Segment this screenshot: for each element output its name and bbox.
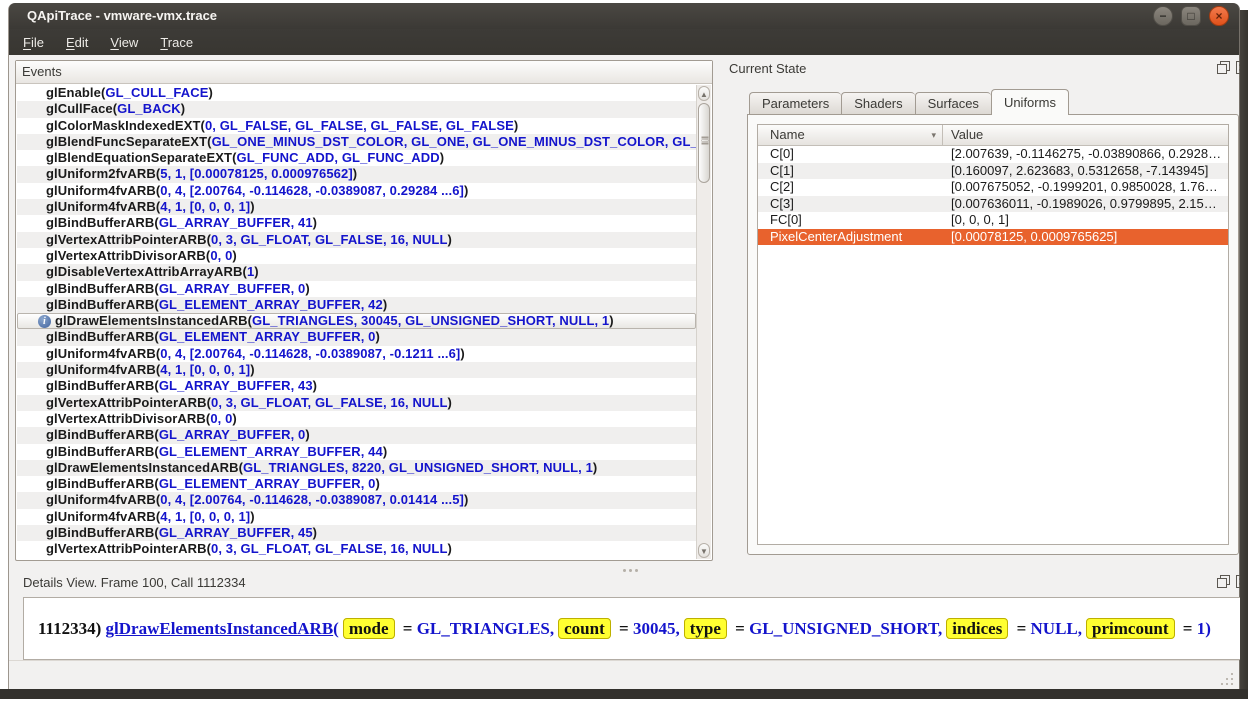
app-window: QApiTrace - vmware-vmx.trace − □ × File E…	[8, 3, 1240, 689]
tab-parameters[interactable]: Parameters	[749, 92, 841, 115]
param-name-chip: mode	[343, 618, 395, 639]
details-view-title: Details View. Frame 100, Call 1112334	[23, 575, 246, 590]
column-header-name[interactable]: Name ▾	[758, 125, 943, 145]
tab-uniforms[interactable]: Uniforms	[991, 89, 1069, 115]
event-row[interactable]: glBindBufferARB(GL_ARRAY_BUFFER, 45)	[17, 525, 696, 541]
float-dock-icon[interactable]	[1217, 575, 1230, 588]
event-row[interactable]: glDisableVertexAttribArrayARB(1)	[17, 264, 696, 280]
call-function-link[interactable]: glDrawElementsInstancedARB	[106, 619, 334, 638]
table-row[interactable]: C[2][0.007675052, -0.1999201, 0.9850028,…	[758, 179, 1228, 196]
menu-view[interactable]: View	[110, 35, 138, 50]
event-row[interactable]: glBindBufferARB(GL_ARRAY_BUFFER, 41)	[17, 215, 696, 231]
status-bar	[9, 660, 1239, 689]
event-row[interactable]: glColorMaskIndexedEXT(0, GL_FALSE, GL_FA…	[17, 118, 696, 134]
event-row[interactable]: glVertexAttribDivisorARB(0, 0)	[17, 248, 696, 264]
event-row[interactable]: glUniform4fvARB(0, 4, [2.00764, -0.11462…	[17, 492, 696, 508]
event-row[interactable]: glBlendFuncSeparateEXT(GL_ONE_MINUS_DST_…	[17, 134, 696, 150]
event-row[interactable]: glBindBufferARB(GL_ELEMENT_ARRAY_BUFFER,…	[17, 329, 696, 345]
current-state-title: Current State	[729, 61, 806, 76]
scroll-up-icon[interactable]: ▲	[698, 86, 710, 101]
menu-edit[interactable]: Edit	[66, 35, 88, 50]
close-button[interactable]: ×	[1209, 6, 1229, 26]
event-row[interactable]: glCullFace(GL_BACK)	[17, 101, 696, 117]
event-row[interactable]: glUniform4fvARB(4, 1, [0, 0, 0, 1])	[17, 509, 696, 525]
scrollbar-thumb[interactable]	[698, 103, 710, 183]
event-row[interactable]: iglDrawElementsInstancedARB(GL_TRIANGLES…	[17, 313, 696, 329]
window-edge-bottom	[0, 689, 1248, 699]
param-name-chip: primcount	[1086, 618, 1175, 639]
event-row[interactable]: glBindBufferARB(GL_ARRAY_BUFFER, 43)	[17, 378, 696, 394]
event-row[interactable]: glBindBufferARB(GL_ELEMENT_ARRAY_BUFFER,…	[17, 297, 696, 313]
maximize-button[interactable]: □	[1181, 6, 1201, 26]
menu-file[interactable]: File	[23, 35, 44, 50]
window-shadow-right	[1240, 10, 1248, 699]
splitter-handle[interactable]	[623, 569, 649, 573]
events-panel: Events glEnable(GL_CULL_FACE)glCullFace(…	[15, 60, 713, 561]
event-row[interactable]: glUniform4fvARB(4, 1, [0, 0, 0, 1])	[17, 199, 696, 215]
event-row[interactable]: glDrawElementsInstancedARB(GL_TRIANGLES,…	[17, 460, 696, 476]
param-name-chip: count	[558, 618, 611, 639]
uniforms-table-header: Name ▾ Value	[758, 125, 1228, 146]
column-header-value[interactable]: Value	[943, 125, 1228, 145]
table-row[interactable]: C[3][0.007636011, -0.1989026, 0.9799895,…	[758, 196, 1228, 213]
event-row[interactable]: glUniform4fvARB(0, 4, [2.00764, -0.11462…	[17, 183, 696, 199]
float-dock-icon[interactable]	[1217, 61, 1230, 74]
info-icon: i	[38, 315, 51, 328]
event-row[interactable]: glBindBufferARB(GL_ELEMENT_ARRAY_BUFFER,…	[17, 444, 696, 460]
details-call-line: 1112334) glDrawElementsInstancedARB(mode…	[38, 619, 1211, 639]
event-row[interactable]: glEnable(GL_CULL_FACE)	[17, 85, 696, 101]
minimize-button[interactable]: −	[1153, 6, 1173, 26]
menu-trace[interactable]: Trace	[160, 35, 193, 50]
uniforms-tab-panel: Name ▾ Value C[0][2.007639, -0.1146275, …	[747, 114, 1239, 555]
event-row[interactable]: glVertexAttribPointerARB(0, 3, GL_FLOAT,…	[17, 232, 696, 248]
scroll-down-icon[interactable]: ▼	[698, 543, 710, 558]
event-row[interactable]: glUniform2fvARB(5, 1, [0.00078125, 0.000…	[17, 166, 696, 182]
event-row[interactable]: glVertexAttribPointerARB(0, 3, GL_FLOAT,…	[17, 541, 696, 557]
param-name-chip: type	[684, 618, 727, 639]
window-controls: − □ ×	[1153, 6, 1229, 26]
event-row[interactable]: glUniform4fvARB(4, 1, [0, 0, 0, 1])	[17, 362, 696, 378]
table-row[interactable]: C[1][0.160097, 2.623683, 0.5312658, -7.1…	[758, 163, 1228, 180]
event-row[interactable]: glBindBufferARB(GL_ARRAY_BUFFER, 0)	[17, 281, 696, 297]
tab-shaders[interactable]: Shaders	[841, 92, 914, 115]
titlebar[interactable]: QApiTrace - vmware-vmx.trace − □ ×	[9, 3, 1239, 29]
event-row[interactable]: glVertexAttribPointerARB(0, 3, GL_FLOAT,…	[17, 395, 696, 411]
event-row[interactable]: glBindBufferARB(GL_ARRAY_BUFFER, 0)	[17, 427, 696, 443]
table-row[interactable]: FC[0][0, 0, 0, 1]	[758, 212, 1228, 229]
tab-surfaces[interactable]: Surfaces	[915, 92, 991, 115]
param-name-chip: indices	[946, 618, 1008, 639]
events-panel-title: Events	[16, 61, 712, 84]
uniforms-table: Name ▾ Value C[0][2.007639, -0.1146275, …	[757, 124, 1229, 545]
event-row[interactable]: glBindBufferARB(GL_ELEMENT_ARRAY_BUFFER,…	[17, 476, 696, 492]
details-call-box: 1112334) glDrawElementsInstancedARB(mode…	[23, 597, 1242, 660]
resize-grip[interactable]	[1218, 670, 1233, 685]
window-title: QApiTrace - vmware-vmx.trace	[27, 3, 217, 29]
sort-descending-icon[interactable]: ▾	[931, 125, 936, 145]
event-row[interactable]: glVertexAttribDivisorARB(0, 0)	[17, 411, 696, 427]
event-row[interactable]: glBlendEquationSeparateEXT(GL_FUNC_ADD, …	[17, 150, 696, 166]
events-scrollbar[interactable]: ▲ ▼	[696, 85, 711, 559]
events-list: glEnable(GL_CULL_FACE)glCullFace(GL_BACK…	[17, 85, 696, 559]
table-row[interactable]: C[0][2.007639, -0.1146275, -0.03890866, …	[758, 146, 1228, 163]
menu-bar: File Edit View Trace	[9, 29, 1239, 55]
table-row[interactable]: PixelCenterAdjustment[0.00078125, 0.0009…	[758, 229, 1228, 246]
event-row[interactable]: glUniform4fvARB(0, 4, [2.00764, -0.11462…	[17, 346, 696, 362]
state-tabs: ParametersShadersSurfacesUniforms	[749, 91, 1069, 115]
